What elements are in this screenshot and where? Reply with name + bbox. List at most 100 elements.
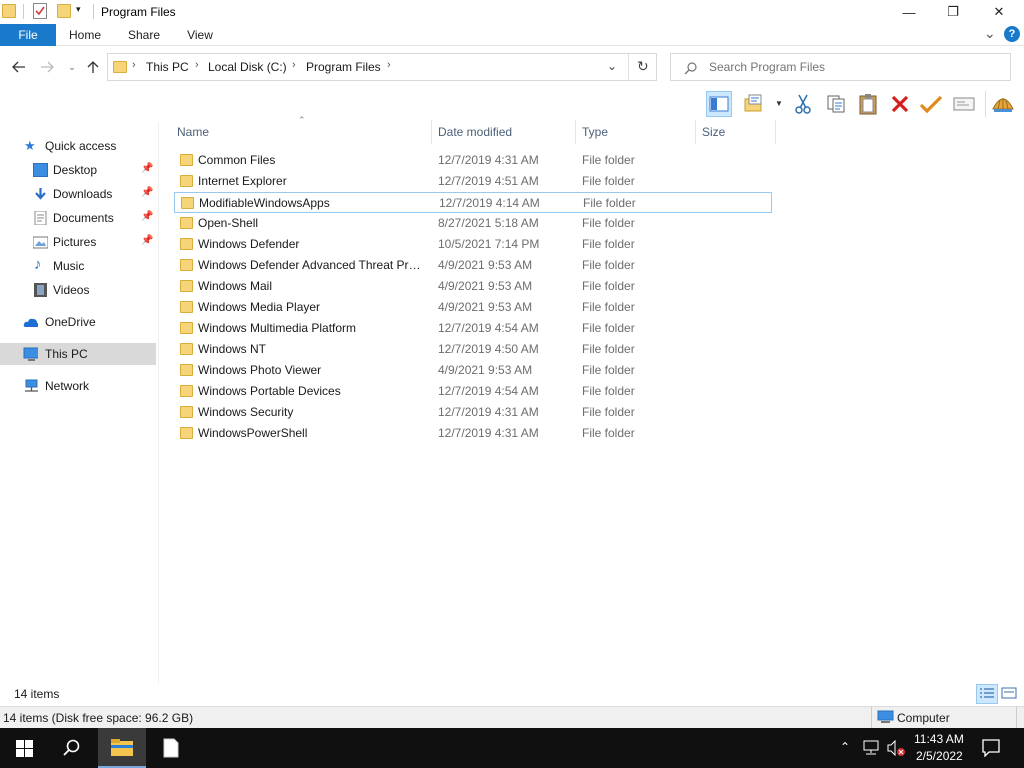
file-type: File folder bbox=[582, 216, 635, 230]
search-input[interactable] bbox=[709, 58, 999, 76]
large-icons-view-button[interactable] bbox=[1000, 684, 1020, 704]
file-name: Windows Photo Viewer bbox=[198, 363, 322, 377]
notification-center-icon[interactable] bbox=[982, 739, 1000, 757]
file-row[interactable]: Windows Defender Advanced Threat Prot...… bbox=[174, 255, 772, 276]
minimize-button[interactable]: — bbox=[886, 0, 932, 24]
taskbar-time[interactable]: 11:43 AM bbox=[914, 732, 964, 746]
file-row[interactable]: Windows Multimedia Platform 12/7/2019 4:5… bbox=[174, 318, 772, 339]
recent-locations-button[interactable]: ⌄ bbox=[62, 56, 82, 78]
file-row[interactable]: Open-Shell 8/27/2021 5:18 AM File folder bbox=[174, 213, 772, 234]
breadcrumb-local-disk[interactable]: Local Disk (C:) bbox=[208, 60, 287, 74]
taskbar-search-button[interactable] bbox=[48, 728, 96, 768]
status-divider bbox=[871, 707, 872, 728]
nav-item-onedrive[interactable]: OneDrive bbox=[0, 311, 156, 333]
nav-item-music[interactable]: ♪ Music bbox=[0, 255, 156, 277]
pin-icon[interactable]: 📌 bbox=[141, 163, 153, 174]
file-row[interactable]: Windows Media Player 4/9/2021 9:53 AM File… bbox=[174, 297, 772, 318]
volume-muted-icon[interactable] bbox=[886, 739, 906, 757]
column-header-date[interactable]: Date modified bbox=[438, 125, 512, 139]
chevron-right-icon[interactable]: › bbox=[292, 59, 296, 71]
properties-button[interactable] bbox=[918, 91, 944, 117]
maximize-button[interactable]: ❐ bbox=[930, 0, 976, 24]
nav-label: Pictures bbox=[53, 235, 97, 249]
column-divider[interactable] bbox=[575, 120, 576, 144]
file-row[interactable]: Windows Photo Viewer 4/9/2021 9:53 AM File… bbox=[174, 360, 772, 381]
start-button[interactable] bbox=[0, 728, 48, 768]
taskbar-notepad[interactable] bbox=[147, 728, 195, 768]
address-history-dropdown-icon[interactable]: ⌄ bbox=[607, 59, 617, 73]
delete-button[interactable] bbox=[887, 91, 913, 117]
paste-button[interactable] bbox=[855, 91, 881, 117]
file-row[interactable]: Windows NT 12/7/2019 4:50 AM File folder bbox=[174, 339, 772, 360]
pin-icon[interactable]: 📌 bbox=[141, 211, 153, 222]
folder-icon bbox=[180, 175, 193, 187]
network-status-icon[interactable] bbox=[862, 740, 880, 756]
pin-icon[interactable]: 📌 bbox=[141, 187, 153, 198]
pin-icon[interactable]: 📌 bbox=[141, 235, 153, 246]
breadcrumb-program-files[interactable]: Program Files bbox=[306, 60, 381, 74]
chevron-up-icon[interactable]: ⌃ bbox=[840, 740, 850, 754]
nav-item-videos[interactable]: Videos bbox=[0, 279, 156, 301]
file-row[interactable]: Common Files 12/7/2019 4:31 AM File folder bbox=[174, 150, 772, 171]
folder-icon bbox=[180, 427, 193, 439]
nav-item-downloads[interactable]: Downloads 📌 bbox=[0, 183, 156, 205]
tab-file[interactable]: File bbox=[0, 24, 56, 46]
details-view-button[interactable] bbox=[976, 684, 998, 704]
close-button[interactable]: ✕ bbox=[976, 0, 1022, 24]
taskbar-file-explorer[interactable] bbox=[98, 728, 146, 768]
file-row[interactable]: Windows Security 12/7/2019 4:31 AM File fo… bbox=[174, 402, 772, 423]
breadcrumb-this-pc[interactable]: This PC bbox=[146, 60, 189, 74]
nav-item-documents[interactable]: Documents 📌 bbox=[0, 207, 156, 229]
search-box[interactable] bbox=[670, 53, 1011, 81]
up-button[interactable] bbox=[83, 56, 103, 78]
tab-home[interactable]: Home bbox=[62, 24, 108, 46]
forward-button[interactable] bbox=[37, 56, 57, 78]
pane-splitter[interactable] bbox=[158, 122, 159, 684]
view-options-button[interactable] bbox=[741, 91, 767, 117]
nav-item-this-pc[interactable]: This PC bbox=[0, 343, 156, 365]
address-bar[interactable]: › This PC › Local Disk (C:) › Program Fi… bbox=[107, 53, 657, 81]
back-button[interactable] bbox=[9, 56, 29, 78]
nav-item-pictures[interactable]: Pictures 📌 bbox=[0, 231, 156, 253]
chevron-right-icon[interactable]: › bbox=[195, 59, 199, 71]
file-type: File folder bbox=[582, 321, 635, 335]
file-row[interactable]: WindowsPowerShell 12/7/2019 4:31 AM File f… bbox=[174, 423, 772, 444]
file-row[interactable]: Windows Portable Devices 12/7/2019 4:54 A… bbox=[174, 381, 772, 402]
nav-item-desktop[interactable]: Desktop 📌 bbox=[0, 159, 156, 181]
shell-icon bbox=[992, 98, 1014, 112]
email-button[interactable] bbox=[951, 91, 977, 117]
new-folder-icon[interactable] bbox=[57, 4, 71, 18]
chevron-right-icon[interactable]: › bbox=[132, 59, 136, 71]
cut-button[interactable] bbox=[790, 91, 816, 117]
column-divider[interactable] bbox=[695, 120, 696, 144]
column-header-size[interactable]: Size bbox=[702, 125, 725, 139]
column-header-name[interactable]: Name bbox=[177, 125, 209, 139]
taskbar-date[interactable]: 2/5/2022 bbox=[916, 749, 963, 763]
tab-share[interactable]: Share bbox=[122, 24, 166, 46]
open-shell-settings-button[interactable] bbox=[990, 91, 1016, 117]
file-row-focused[interactable]: ModifiableWindowsApps 12/7/2019 4:14 AM Fi… bbox=[174, 192, 772, 213]
qat-dropdown-icon[interactable]: ▾ bbox=[76, 4, 81, 15]
properties-icon[interactable] bbox=[33, 3, 47, 19]
nav-label: Quick access bbox=[45, 139, 117, 153]
nav-item-network[interactable]: Network bbox=[0, 375, 156, 397]
status-divider bbox=[1016, 707, 1017, 728]
arrow-up-icon bbox=[87, 61, 99, 73]
file-row[interactable]: Internet Explorer 12/7/2019 4:51 AM File f… bbox=[174, 171, 772, 192]
file-date: 10/5/2021 7:14 PM bbox=[438, 237, 540, 251]
tab-view[interactable]: View bbox=[179, 24, 221, 46]
navigation-pane-button[interactable] bbox=[706, 91, 732, 117]
column-divider[interactable] bbox=[431, 120, 432, 144]
help-icon[interactable]: ? bbox=[1004, 26, 1020, 42]
expand-ribbon-icon[interactable]: ⌄ bbox=[984, 25, 996, 42]
file-row[interactable]: Windows Defender 10/5/2021 7:14 PM File fo… bbox=[174, 234, 772, 255]
chevron-right-icon[interactable]: › bbox=[387, 59, 391, 71]
column-header-type[interactable]: Type bbox=[582, 125, 608, 139]
file-row[interactable]: Windows Mail 4/9/2021 9:53 AM File folder bbox=[174, 276, 772, 297]
column-divider[interactable] bbox=[775, 120, 776, 144]
view-dropdown-icon[interactable]: ▼ bbox=[775, 99, 783, 108]
nav-item-quick-access[interactable]: ★ Quick access bbox=[0, 135, 156, 157]
folder-icon bbox=[180, 301, 193, 313]
copy-button[interactable] bbox=[823, 91, 849, 117]
refresh-icon[interactable]: ↻ bbox=[637, 58, 649, 75]
